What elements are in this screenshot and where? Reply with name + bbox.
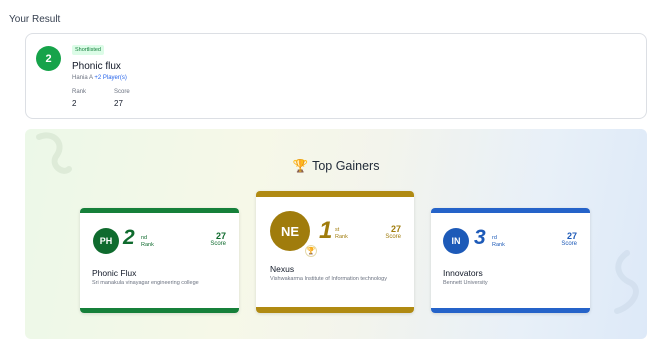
status-badge: Shortlisted	[72, 45, 104, 55]
rank-number: 1	[319, 217, 333, 244]
score-label: Score	[114, 89, 130, 95]
trophy-badge-icon: 🏆	[305, 245, 317, 257]
institution: Bennett University	[443, 280, 488, 286]
gainer-card-nexus[interactable]: NE 🏆 1 st Rank 27 Score Nexus Vishwakarma…	[256, 191, 414, 313]
card-accent-bottom	[256, 307, 414, 313]
more-members-link[interactable]: +2 Player(s)	[94, 75, 127, 81]
rank-label: Rank	[72, 89, 87, 95]
institution: Sri manakula vinayagar engineering colle…	[92, 280, 199, 286]
team-name: Phonic flux	[72, 61, 121, 72]
rank-number: 3	[474, 226, 486, 249]
card-accent-top	[80, 208, 239, 213]
institution: Vishwakarma Institute of Information tec…	[270, 276, 387, 282]
card-accent-bottom	[80, 308, 239, 313]
card-accent-top	[431, 208, 590, 213]
score-value: 27	[114, 99, 123, 108]
avatar: NE	[270, 211, 310, 251]
rank-badge: 2	[36, 46, 61, 71]
section-title: Your Result	[9, 14, 61, 25]
rank-suffix: st Rank	[335, 227, 348, 240]
card-accent-bottom	[431, 308, 590, 313]
score: 27 Score	[561, 231, 577, 247]
team-name: Innovators	[443, 268, 483, 278]
team-name: Nexus	[270, 264, 295, 274]
score: 27 Score	[210, 231, 226, 247]
card-accent-top	[256, 191, 414, 197]
team-name: Phonic Flux	[92, 268, 137, 278]
your-result-card: 2 Shortlisted Phonic flux Hania A +2 Pla…	[25, 33, 647, 119]
gainer-card-phonic-flux[interactable]: PH 2 nd Rank 27 Score Phonic Flux Sri man…	[80, 208, 239, 313]
avatar: IN	[443, 228, 469, 254]
gainer-card-innovators[interactable]: IN 3 rd Rank 27 Score Innovators Bennett …	[431, 208, 590, 313]
score: 27 Score	[385, 224, 401, 240]
top-gainers-section: 🏆 Top Gainers PH 2 nd Rank 27 Score Phonic…	[25, 129, 647, 339]
team-members: Hania A +2 Player(s)	[72, 75, 127, 81]
rank-suffix: rd Rank	[492, 235, 505, 248]
top-gainers-title: 🏆 Top Gainers	[292, 159, 380, 173]
avatar: PH	[93, 228, 119, 254]
rank-suffix: nd Rank	[141, 235, 154, 248]
member-name: Hania A	[72, 75, 93, 81]
trophy-icon: 🏆	[292, 159, 309, 173]
rank-number: 2	[123, 226, 135, 249]
confetti-decoration-right	[614, 250, 639, 314]
rank-value: 2	[72, 99, 77, 108]
